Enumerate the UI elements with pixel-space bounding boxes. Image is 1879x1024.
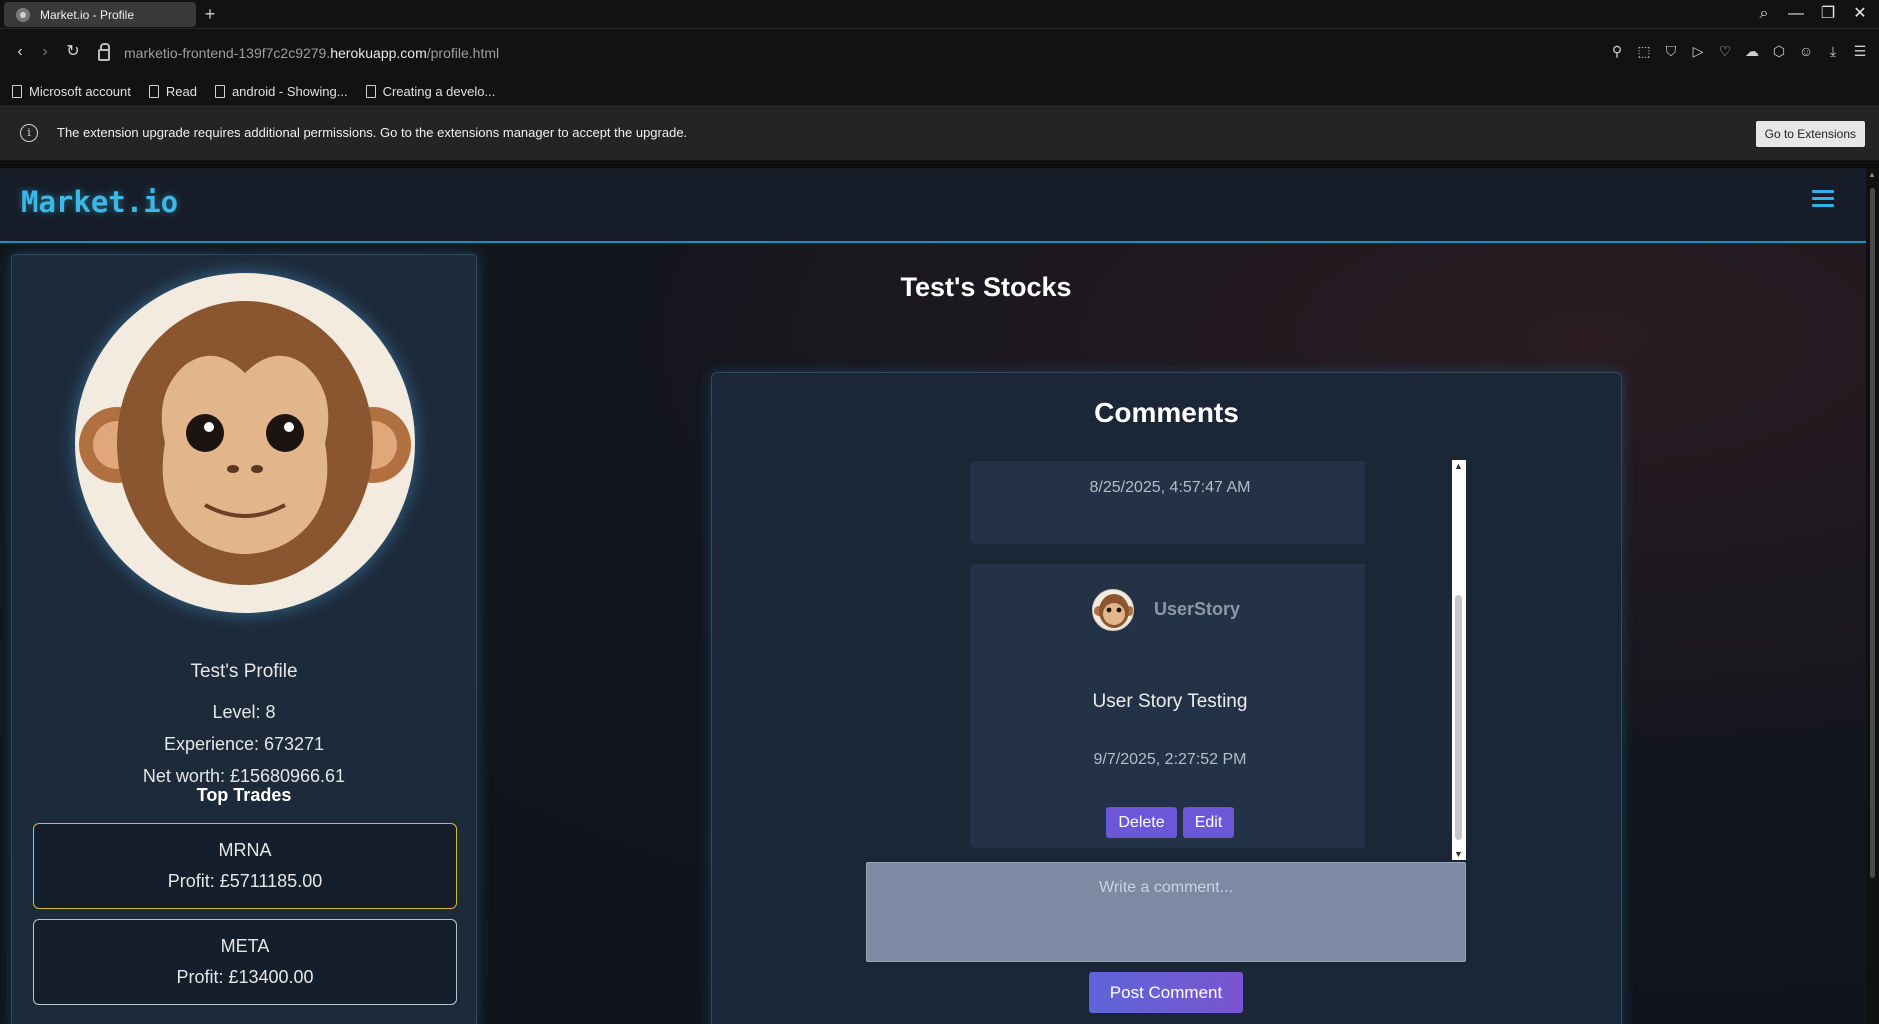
restore-icon[interactable]: ❐ <box>1817 3 1839 25</box>
comment-card: 8/25/2025, 4:57:47 AM <box>970 461 1365 544</box>
extensions-icon[interactable]: ⬡ <box>1770 42 1788 60</box>
trade-symbol: MRNA <box>218 840 272 860</box>
scroll-up-icon[interactable]: ▲ <box>1868 170 1876 179</box>
lock-icon <box>98 43 110 61</box>
comment-input[interactable]: Write a comment... <box>866 862 1466 962</box>
comments-scrollbar[interactable]: ▲ ▼ <box>1452 460 1466 860</box>
bookmark-item[interactable]: Creating a develo... <box>365 83 496 99</box>
new-tab-button[interactable]: + <box>200 4 220 24</box>
comments-heading: Comments <box>1094 397 1239 428</box>
top-trades-heading: Top Trades <box>196 785 292 805</box>
document-icon <box>148 84 159 98</box>
reload-icon[interactable]: ↻ <box>62 41 84 63</box>
profile-net-worth: Net worth: £15680966.61 <box>142 766 346 786</box>
bookmark-item[interactable]: Read <box>148 83 197 99</box>
shield-icon[interactable]: ⛉ <box>1662 42 1680 60</box>
scroll-down-icon[interactable]: ▼ <box>1454 849 1463 859</box>
browser-tab-bar: Market.io - Profile + ⌕ — ❐ ✕ <box>0 0 1879 29</box>
bookmark-label: Creating a develo... <box>382 83 496 99</box>
close-icon[interactable]: ✕ <box>1849 3 1871 25</box>
url-prefix: marketio-frontend-139f7c2c9279. <box>124 45 331 61</box>
extension-infobar: i The extension upgrade requires additio… <box>0 105 1879 164</box>
document-icon <box>214 84 225 98</box>
profile-name: Test's Profile <box>190 661 298 682</box>
infobar-message: The extension upgrade requires additiona… <box>57 125 688 140</box>
scroll-up-icon[interactable]: ▲ <box>1454 461 1463 471</box>
edit-comment-button[interactable]: Edit <box>1183 807 1234 838</box>
bookmarks-bar: Microsoft account Read android - Showing… <box>0 77 1879 105</box>
profile-icon[interactable]: ☺ <box>1797 42 1815 60</box>
trade-symbol: META <box>220 936 270 956</box>
site-favicon-icon <box>16 7 30 22</box>
profile-card: Test's Profile Level: 8 Experience: 6732… <box>11 254 477 1024</box>
profile-experience: Experience: 673271 <box>163 734 325 754</box>
forward-icon[interactable]: › <box>34 41 56 63</box>
trade-card[interactable]: MRNA Profit: £5711185.00 <box>33 823 457 909</box>
bookmark-item[interactable]: Microsoft account <box>12 84 131 99</box>
play-icon[interactable]: ▷ <box>1689 42 1707 60</box>
heart-icon[interactable]: ♡ <box>1716 42 1734 60</box>
page-content: Market.io Test's Profile Level: 8 Experi… <box>0 168 1866 1024</box>
delete-comment-button[interactable]: Delete <box>1106 807 1177 838</box>
browser-tab-active[interactable]: Market.io - Profile <box>4 2 196 27</box>
comment-card: UserStory User Story Testing 9/7/2025, 2… <box>970 564 1365 848</box>
hamburger-menu-icon[interactable] <box>1812 186 1840 212</box>
bookmark-icon[interactable]: ⚲ <box>1608 42 1626 60</box>
document-icon <box>365 84 376 98</box>
comments-list[interactable]: 8/25/2025, 4:57:47 AM UserStory User Sto… <box>868 461 1365 858</box>
browser-search-icon[interactable]: ⌕ <box>1753 3 1775 25</box>
url-domain: herokuapp.com <box>330 45 427 61</box>
comment-text: User Story Testing <box>1092 691 1248 712</box>
comment-avatar-icon <box>1092 589 1134 631</box>
tab-title: Market.io - Profile <box>40 7 135 22</box>
download-icon[interactable]: ⤓ <box>1824 42 1842 60</box>
minimize-icon[interactable]: — <box>1785 3 1807 25</box>
address-bar-row: ‹ › ↻ marketio-frontend-139f7c2c9279. her… <box>0 29 1879 77</box>
bookmark-item[interactable]: android - Showing... <box>214 83 348 99</box>
page-scrollbar[interactable]: ▲ <box>1866 168 1879 1024</box>
profile-level: Level: 8 <box>212 702 276 722</box>
comment-date: 8/25/2025, 4:57:47 AM <box>1089 479 1251 496</box>
back-icon[interactable]: ‹ <box>9 41 31 63</box>
url-path: /profile.html <box>426 45 500 61</box>
info-icon: i <box>20 123 38 142</box>
bookmark-label: Read <box>165 83 197 99</box>
trade-profit: Profit: £5711185.00 <box>167 871 323 891</box>
scroll-thumb[interactable] <box>1455 595 1462 840</box>
site-header: Market.io <box>0 168 1866 243</box>
url-field[interactable]: marketio-frontend-139f7c2c9279. herokuapp… <box>98 40 1558 66</box>
document-icon <box>12 84 22 98</box>
extension-toolbar: ⚲ ⬚ ⛉ ▷ ♡ ☁ ⬡ ☺ ⤓ ☰ <box>1608 42 1869 60</box>
comment-date: 9/7/2025, 2:27:52 PM <box>1093 751 1247 768</box>
menu-icon[interactable]: ☰ <box>1851 42 1869 60</box>
stocks-heading: Test's Stocks <box>900 272 1072 302</box>
site-logo[interactable]: Market.io <box>21 185 178 219</box>
monkey-avatar-icon <box>75 273 415 613</box>
page-scroll-thumb[interactable] <box>1870 188 1875 878</box>
window-controls: ⌕ — ❐ ✕ <box>1753 3 1871 25</box>
ai-icon[interactable]: ☁ <box>1743 42 1761 60</box>
trade-profit: Profit: £13400.00 <box>176 967 314 987</box>
bookmark-label: Microsoft account <box>29 83 131 99</box>
bookmark-label: android - Showing... <box>231 83 348 99</box>
trade-card[interactable]: META Profit: £13400.00 <box>33 919 457 1005</box>
go-to-extensions-button[interactable]: Go to Extensions <box>1755 121 1865 147</box>
screenshot-icon[interactable]: ⬚ <box>1635 42 1653 60</box>
post-comment-button[interactable]: Post Comment <box>1089 972 1243 1013</box>
comment-username[interactable]: UserStory <box>1154 599 1240 620</box>
